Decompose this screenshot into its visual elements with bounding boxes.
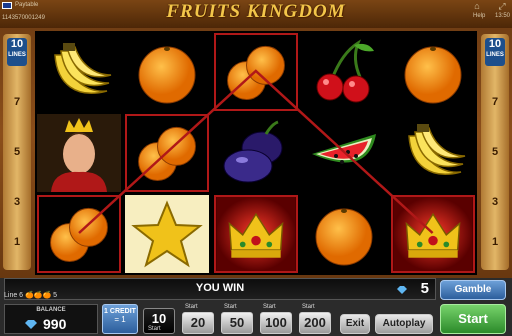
home-icon[interactable]: ⌂: [472, 1, 482, 11]
right-lines-panel: 10 LINES 7 5 3 1: [481, 34, 509, 270]
line-number: 7: [13, 96, 21, 108]
watermelon-symbol: [302, 114, 386, 192]
bet-caption: Start: [263, 304, 276, 310]
credit-value: = 1: [114, 315, 126, 324]
king-symbol: [37, 114, 121, 192]
banana-symbol: [37, 33, 121, 111]
fullscreen-icon[interactable]: ⤢: [497, 1, 507, 11]
orange-symbol: [391, 33, 475, 111]
line-number: 7: [491, 96, 499, 108]
left-lines-panel: 10 LINES 7 5 3 1: [3, 34, 31, 270]
line-number: 1: [13, 236, 21, 248]
line-number: 3: [13, 196, 21, 208]
line-number: 3: [491, 196, 499, 208]
win-amount: 5: [420, 280, 429, 297]
bet-caption: Start: [302, 304, 315, 310]
banana-symbol: [391, 114, 475, 192]
game-title: FRUITS KINGDOM: [166, 1, 346, 22]
exit-button[interactable]: Exit: [340, 314, 370, 334]
bet-caption: Start: [148, 326, 161, 332]
lines-count: 10: [10, 38, 24, 50]
orange-symbol: [125, 33, 209, 111]
bet-20-button[interactable]: 20: [182, 312, 214, 334]
autoplay-button[interactable]: Autoplay: [375, 314, 433, 334]
lines-count-badge: 10 LINES: [485, 38, 505, 66]
lines-count: 10: [488, 38, 502, 50]
clock: 13:50: [495, 13, 511, 19]
start-button[interactable]: Start: [440, 304, 506, 334]
bet-200-button[interactable]: 200: [299, 312, 331, 334]
orange-symbol: [125, 114, 210, 192]
diamond-icon: [397, 286, 407, 294]
line-number: 1: [491, 236, 499, 248]
line-win-info: Line 6 🍊🍊🍊 5: [4, 292, 58, 299]
credit-label: 1 CREDIT: [104, 308, 136, 315]
bet-caption: Start: [185, 304, 198, 310]
crown-symbol: [390, 195, 475, 273]
line-number: 5: [491, 146, 499, 158]
credit-value-button[interactable]: 1 CREDIT = 1: [102, 304, 138, 334]
line-number: 5: [13, 146, 21, 158]
orange-symbol: [37, 195, 121, 273]
lines-label: LINES: [8, 52, 26, 58]
lines-label: LINES: [486, 52, 504, 58]
gamble-button[interactable]: Gamble: [440, 280, 506, 300]
reel-area[interactable]: [35, 31, 477, 275]
win-info-bar: YOU WIN 5: [4, 278, 436, 300]
balance-box: BALANCE 990: [4, 304, 98, 334]
bet-caption: Start: [224, 304, 237, 310]
diamond-icon: [25, 320, 37, 329]
plum-symbol: [214, 114, 298, 192]
orange-symbol: [213, 33, 298, 111]
crown-symbol: [213, 195, 298, 273]
bet-50-button[interactable]: 50: [221, 312, 253, 334]
star-symbol: [125, 195, 210, 273]
orange-symbol: [302, 195, 386, 273]
balance-label: BALANCE: [36, 307, 66, 313]
help-link[interactable]: Help: [473, 13, 485, 19]
balance-value: 990: [43, 316, 67, 332]
lines-count-badge: 10 LINES: [7, 38, 27, 66]
title-bar: Paytable 1143570001249 FRUITS KINGDOM ⌂ …: [0, 0, 512, 28]
cherry-symbol: [302, 33, 386, 111]
bet-100-button[interactable]: 100: [260, 312, 292, 334]
you-win-label: YOU WIN: [195, 282, 245, 294]
